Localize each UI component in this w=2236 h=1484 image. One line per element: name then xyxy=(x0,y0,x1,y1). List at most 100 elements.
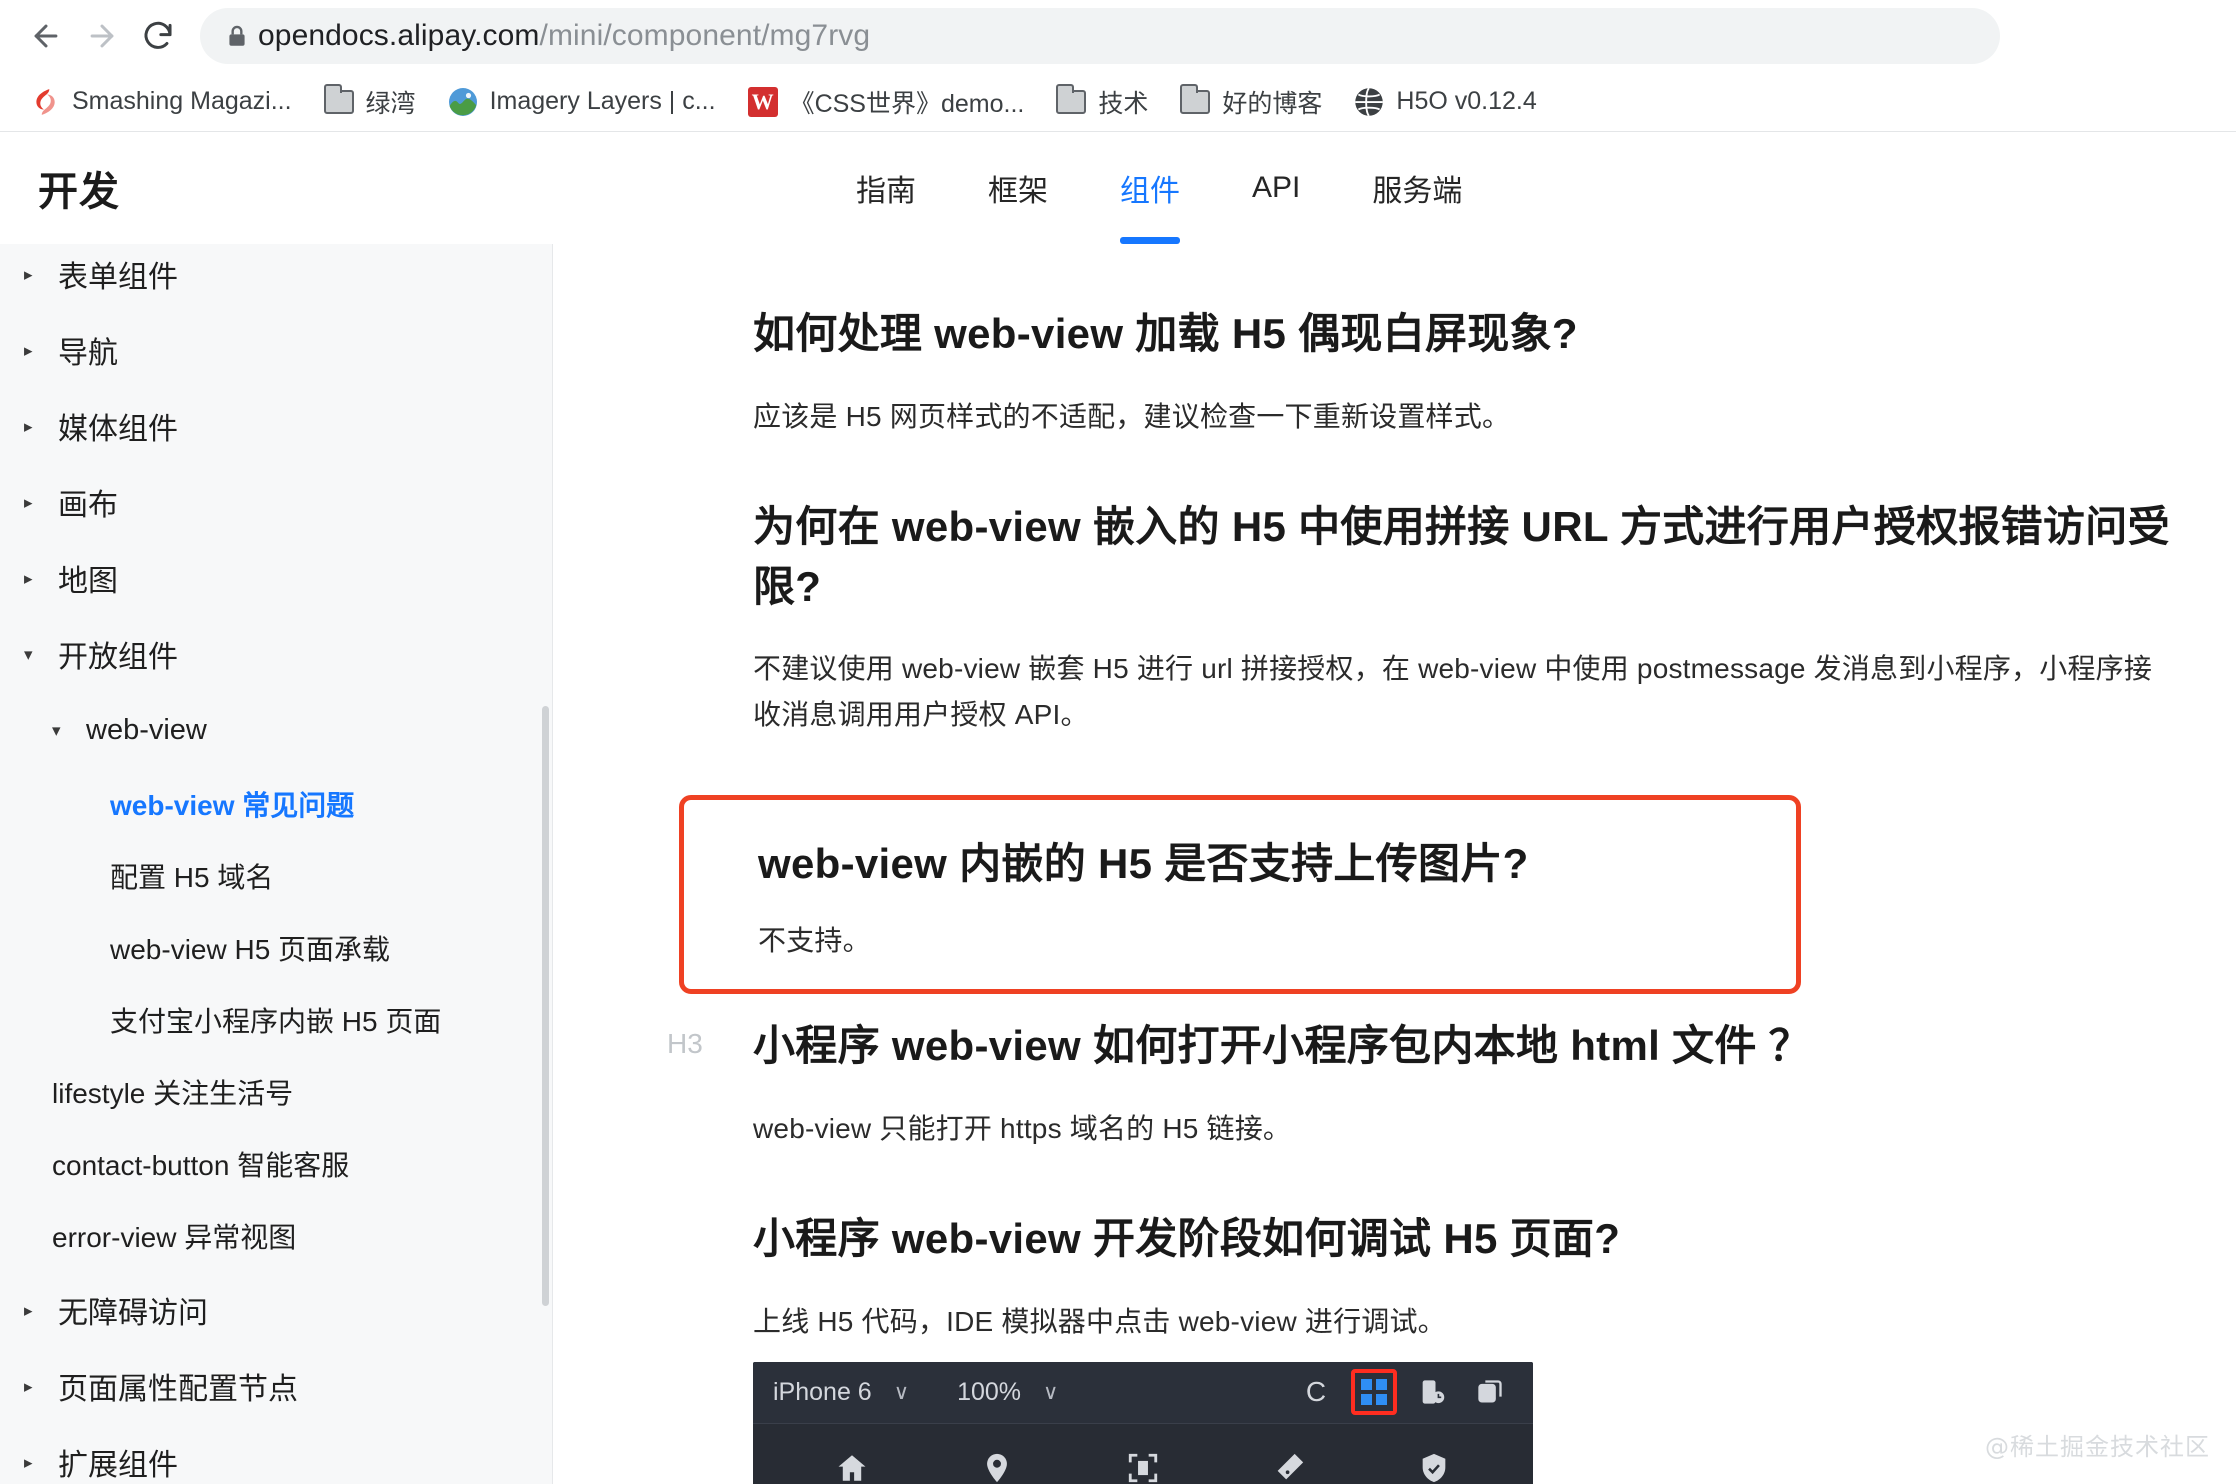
faq-body: 不支持。 xyxy=(758,924,871,956)
tab-server[interactable]: 服务端 xyxy=(1336,132,1498,244)
scan-frame-icon[interactable] xyxy=(1120,1445,1166,1484)
bookmark-label: 技术 xyxy=(1098,89,1149,118)
faq-heading: web-view 内嵌的 H5 是否支持上传图片? xyxy=(758,839,1529,887)
bookmark-item[interactable]: 绿湾 xyxy=(308,78,432,126)
bookmarks-bar: Smashing Magazi... 绿湾 Imagery Layers | c… xyxy=(0,72,2236,132)
device-name: iPhone 6 xyxy=(773,1377,872,1406)
caret-right-icon: ▸ xyxy=(24,492,33,512)
bookmark-item[interactable]: Imagery Layers | c... xyxy=(432,81,732,123)
sidebar-item-accessibility[interactable]: ▸ 无障碍访问 xyxy=(0,1272,552,1348)
bookmark-label: 好的博客 xyxy=(1222,89,1323,118)
browser-toolbar: opendocs.alipay.com/mini/component/mg7rv… xyxy=(0,0,2236,72)
url-text: opendocs.alipay.com/mini/component/mg7rv… xyxy=(258,19,870,53)
site-logo[interactable]: 开发 xyxy=(38,159,120,217)
sidebar-item-error-view[interactable]: error-view 异常视图 xyxy=(0,1200,552,1272)
caret-right-icon: ▸ xyxy=(24,416,33,436)
faq-section: 如何处理 web-view 加载 H5 偶现白屏现象? 应该是 H5 网页样式的… xyxy=(753,304,2176,439)
faq-heading: 为何在 web-view 嵌入的 H5 中使用拼接 URL 方式进行用户授权报错… xyxy=(753,502,2170,610)
bookmark-item[interactable]: H5O v0.12.4 xyxy=(1338,81,1552,123)
sidebar-item-label: 导航 xyxy=(58,337,118,370)
caret-down-icon: ▾ xyxy=(52,720,61,740)
device-selector[interactable]: iPhone 6 ∨ xyxy=(773,1378,909,1407)
bookmark-label: H5O v0.12.4 xyxy=(1396,87,1537,115)
sidebar-item-navigation[interactable]: ▸ 导航 xyxy=(0,312,552,388)
back-arrow-icon[interactable] xyxy=(18,8,74,64)
grid-panel-icon[interactable] xyxy=(1351,1369,1397,1416)
caret-right-icon: ▸ xyxy=(24,1300,33,1320)
faq-section: H3 小程序 web-view 如何打开小程序包内本地 html 文件 ？ we… xyxy=(667,1016,2176,1151)
sidebar-item-web-view[interactable]: ▾ web-view xyxy=(0,692,552,768)
bookmark-label: Imagery Layers | c... xyxy=(489,87,716,115)
caret-right-icon: ▸ xyxy=(24,264,33,284)
refresh-icon[interactable]: C xyxy=(1293,1369,1339,1415)
sidebar-scrollbar[interactable] xyxy=(542,706,549,1306)
faq-section: 为何在 web-view 嵌入的 H5 中使用拼接 URL 方式进行用户授权报错… xyxy=(753,497,2176,737)
page-body: ▸ 基础内容 ▸ 表单组件 ▸ 导航 ▸ 媒体组件 ▸ 画布 ▸ 地图 xyxy=(0,244,2236,1484)
chevron-down-icon: ∨ xyxy=(1043,1380,1059,1404)
sidebar-item-contact-button[interactable]: contact-button 智能客服 xyxy=(0,1128,552,1200)
heading-level-marker: H3 xyxy=(667,1027,703,1059)
faq-body: web-view 只能打开 https 域名的 H5 链接。 xyxy=(753,1112,1292,1144)
faq-heading: 小程序 web-view 如何打开小程序包内本地 html 文件 ？ xyxy=(753,1021,1811,1069)
sidebar-item-lifestyle[interactable]: lifestyle 关注生活号 xyxy=(0,1056,552,1128)
zoom-value: 100% xyxy=(957,1377,1022,1406)
sidebar-item-alipay-mini-embed-h5[interactable]: 支付宝小程序内嵌 H5 页面 xyxy=(0,984,552,1056)
sidebar-item-open-components[interactable]: ▾ 开放组件 xyxy=(0,616,552,692)
folder-icon xyxy=(1180,83,1211,117)
copy-window-icon[interactable] xyxy=(1467,1369,1513,1415)
bookmark-item[interactable]: 技术 xyxy=(1040,78,1164,126)
bookmark-item[interactable]: W 《CSS世界》demo... xyxy=(732,78,1041,126)
sidebar-item-label: 开放组件 xyxy=(58,641,178,674)
sidebar-item-web-view-h5-page-hosting[interactable]: web-view H5 页面承载 xyxy=(0,912,552,984)
sidebar-item-media-components[interactable]: ▸ 媒体组件 xyxy=(0,388,552,464)
url-domain: opendocs.alipay.com xyxy=(258,19,540,52)
faq-body: 不建议使用 web-view 嵌套 H5 进行 url 拼接授权，在 web-v… xyxy=(753,653,2153,730)
tab-framework[interactable]: 框架 xyxy=(952,132,1084,244)
sidebar-item-label: 配置 H5 域名 xyxy=(110,862,274,893)
sidebar-item-label: web-view xyxy=(86,713,207,746)
sidebar-item-extension-components[interactable]: ▸ 扩展组件 xyxy=(0,1424,552,1484)
sidebar-item-label: 表单组件 xyxy=(58,261,178,294)
address-bar[interactable]: opendocs.alipay.com/mini/component/mg7rv… xyxy=(200,8,2000,64)
faq-heading: 如何处理 web-view 加载 H5 偶现白屏现象? xyxy=(753,310,1578,357)
sidebar-item-configure-h5-domain[interactable]: 配置 H5 域名 xyxy=(0,840,552,912)
caret-right-icon: ▸ xyxy=(24,1452,33,1472)
sidebar-item-label: 支付宝小程序内嵌 H5 页面 xyxy=(110,1006,442,1037)
home-icon[interactable] xyxy=(829,1445,875,1484)
faq-heading: 小程序 web-view 开发阶段如何调试 H5 页面? xyxy=(753,1214,1621,1262)
site-header: 开发 指南 框架 组件 API 服务端 xyxy=(0,132,2236,244)
sidebar-item-label: 无障碍访问 xyxy=(58,1297,208,1330)
bookmark-item[interactable]: 好的博客 xyxy=(1164,78,1338,126)
tab-components[interactable]: 组件 xyxy=(1084,132,1216,244)
sidebar-item-form-components[interactable]: ▸ 表单组件 xyxy=(0,244,552,312)
url-path: /mini/component/mg7rvg xyxy=(539,19,871,52)
device-clock-icon[interactable] xyxy=(1409,1369,1455,1415)
sidebar-item-label: contact-button 智能客服 xyxy=(52,1150,350,1181)
bookmark-item[interactable]: Smashing Magazi... xyxy=(14,81,308,123)
sidebar-item-label: lifestyle 关注生活号 xyxy=(52,1078,294,1109)
shield-check-icon[interactable] xyxy=(1411,1445,1457,1484)
caret-down-icon: ▾ xyxy=(24,644,33,664)
tab-guide[interactable]: 指南 xyxy=(820,132,952,244)
zoom-selector[interactable]: 100% ∨ xyxy=(957,1378,1058,1407)
forward-arrow-icon[interactable] xyxy=(74,8,130,64)
faq-body: 应该是 H5 网页样式的不适配，建议检查一下重新设置样式。 xyxy=(753,400,1511,432)
eraser-icon[interactable] xyxy=(1266,1445,1312,1484)
globe-icon xyxy=(1354,87,1384,117)
sidebar-item-label: error-view 异常视图 xyxy=(52,1222,297,1253)
sidebar-item-canvas[interactable]: ▸ 画布 xyxy=(0,464,552,540)
sidebar-item-label: web-view H5 页面承载 xyxy=(110,934,391,965)
sidebar-item-web-view-faq[interactable]: web-view 常见问题 xyxy=(0,768,552,840)
caret-right-icon: ▸ xyxy=(24,568,33,588)
sidebar-item-label: 页面属性配置节点 xyxy=(58,1373,298,1406)
imagery-layers-icon xyxy=(448,87,478,117)
folder-icon xyxy=(323,83,354,117)
reload-icon[interactable] xyxy=(130,8,186,64)
smashing-magazine-icon xyxy=(30,87,60,117)
location-pin-icon[interactable] xyxy=(974,1445,1020,1484)
sidebar-item-map[interactable]: ▸ 地图 xyxy=(0,540,552,616)
sidebar-item-label: 媒体组件 xyxy=(58,413,178,446)
tab-api[interactable]: API xyxy=(1216,132,1336,244)
sidebar-item-page-config-node[interactable]: ▸ 页面属性配置节点 xyxy=(0,1348,552,1424)
bookmark-label: Smashing Magazi... xyxy=(72,87,292,115)
